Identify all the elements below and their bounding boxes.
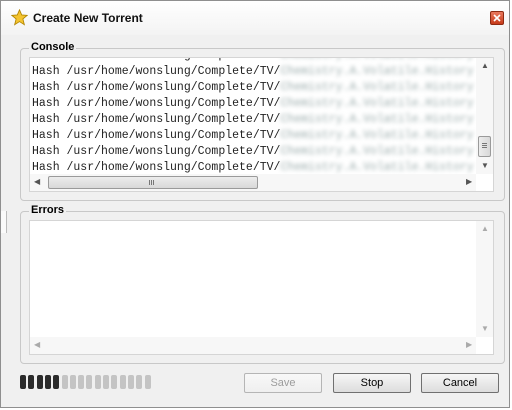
console-line-redacted: Chemistry.A.Volatile.History (280, 97, 474, 110)
save-button[interactable]: Save (244, 373, 322, 393)
console-line-path: Hash /usr/home/wonslung/Complete/TV/ (32, 81, 281, 94)
progress-segment (144, 375, 151, 389)
console-line-path: Hash /usr/home/wonslung/Complete/TV/ (32, 58, 280, 62)
console-group: Console Hash /usr/home/wonslung/Complete… (20, 41, 505, 201)
progress-segment (94, 375, 101, 389)
console-line-redacted: Chemistry.A.Volatile.History (280, 65, 474, 78)
progress-segment (44, 375, 51, 389)
errors-horizontal-scrollbar[interactable]: ◀ ▶ (30, 337, 478, 354)
console-line: Hash /usr/home/wonslung/Complete/TV/Chem… (32, 80, 474, 96)
errors-scroll-right-arrow-icon[interactable]: ▶ (466, 341, 472, 349)
console-line: Hash /usr/home/wonslung/Complete/TV/Chem… (32, 58, 474, 64)
progress-segment (86, 375, 93, 389)
errors-scroll-left-arrow-icon[interactable]: ◀ (34, 341, 40, 349)
background-window-edge (1, 211, 7, 233)
progress-segment (53, 375, 60, 389)
console-line-path: Hash /usr/home/wonslung/Complete/TV/ (32, 97, 281, 110)
console-line-path: Hash /usr/home/wonslung/Complete/TV/ (32, 145, 281, 158)
console-line-redacted: Chemistry.A.Volatile.History (280, 58, 473, 64)
close-icon (493, 14, 501, 22)
console-vertical-thumb[interactable] (478, 136, 491, 157)
errors-label: Errors (29, 204, 67, 216)
scroll-left-arrow-icon[interactable]: ◀ (34, 178, 40, 186)
console-line-redacted: Chemistry.A.Volatile.History (280, 145, 474, 158)
scroll-right-arrow-icon[interactable]: ▶ (466, 178, 472, 186)
scroll-up-arrow-icon[interactable]: ▲ (481, 62, 489, 70)
console-output[interactable]: Hash /usr/home/wonslung/Complete/TV/Chem… (29, 57, 494, 192)
console-label: Console (29, 41, 77, 53)
console-line-path: Hash /usr/home/wonslung/Complete/TV/ (32, 161, 281, 174)
console-line-redacted: Chemistry.A.Volatile.History (280, 129, 474, 142)
star-icon (11, 9, 28, 26)
progress-segment (78, 375, 85, 389)
console-lines: Hash /usr/home/wonslung/Complete/TV/Chem… (32, 58, 474, 176)
progress-segment (61, 375, 68, 389)
errors-scroll-up-arrow-icon[interactable]: ▲ (481, 225, 489, 233)
progress-segment (127, 375, 134, 389)
console-horizontal-scrollbar[interactable]: ◀ ▶ (30, 174, 478, 191)
console-line: Hash /usr/home/wonslung/Complete/TV/Chem… (32, 144, 474, 160)
progress-segment (28, 375, 35, 389)
errors-vertical-scrollbar[interactable]: ▲ ▼ (476, 221, 493, 338)
scrollbar-corner (476, 174, 493, 191)
dialog-title: Create New Torrent (33, 11, 143, 25)
cancel-button[interactable]: Cancel (421, 373, 499, 393)
errors-scroll-down-arrow-icon[interactable]: ▼ (481, 325, 489, 333)
errors-group: Errors ▲ ▼ ◀ ▶ (20, 204, 505, 364)
console-horizontal-thumb[interactable] (48, 176, 258, 189)
scroll-down-arrow-icon[interactable]: ▼ (481, 162, 489, 170)
console-vertical-scrollbar[interactable]: ▲ ▼ (476, 58, 493, 175)
title-bar: Create New Torrent (1, 1, 509, 35)
progress-segment (136, 375, 143, 389)
progress-segment (111, 375, 118, 389)
console-line-redacted: Chemistry.A.Volatile.History (280, 113, 474, 126)
progress-segment (69, 375, 76, 389)
console-line-path: Hash /usr/home/wonslung/Complete/TV/ (32, 113, 281, 126)
progress-segment (103, 375, 109, 389)
errors-scrollbar-corner (476, 337, 493, 354)
console-line: Hash /usr/home/wonslung/Complete/TV/Chem… (32, 96, 474, 112)
console-line: Hash /usr/home/wonslung/Complete/TV/Chem… (32, 64, 474, 80)
progress-segment (20, 375, 26, 389)
console-line: Hash /usr/home/wonslung/Complete/TV/Chem… (32, 112, 474, 128)
console-line: Hash /usr/home/wonslung/Complete/TV/Chem… (32, 128, 474, 144)
close-button[interactable] (490, 11, 504, 25)
progress-segment (36, 375, 43, 389)
stop-button[interactable]: Stop (333, 373, 411, 393)
progress-segment (119, 375, 126, 389)
create-torrent-dialog: Create New Torrent Console Hash /usr/hom… (0, 0, 510, 408)
console-line-path: Hash /usr/home/wonslung/Complete/TV/ (32, 129, 281, 142)
console-line-path: Hash /usr/home/wonslung/Complete/TV/ (32, 65, 281, 78)
console-line-redacted: Chemistry.A.Volatile.History (280, 81, 474, 94)
errors-output[interactable]: ▲ ▼ ◀ ▶ (29, 220, 494, 355)
